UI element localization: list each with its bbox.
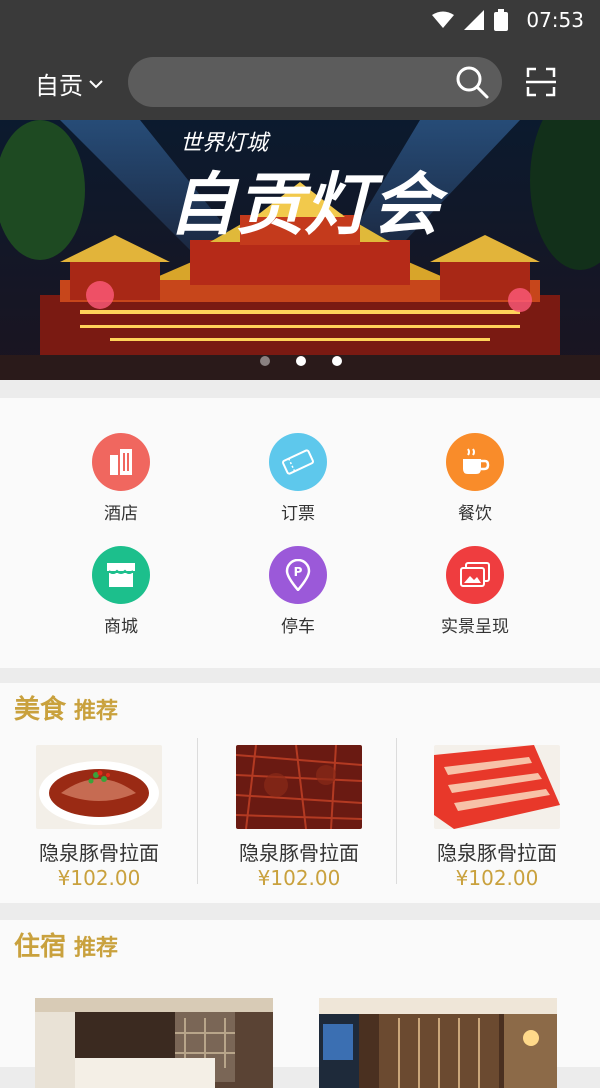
building-icon bbox=[92, 433, 150, 491]
photo-gallery-icon bbox=[446, 546, 504, 604]
food-price: ¥102.00 bbox=[57, 866, 141, 890]
parking-pin-icon: P bbox=[269, 546, 327, 604]
status-icons bbox=[432, 9, 508, 31]
divider bbox=[396, 738, 397, 884]
signal-icon bbox=[464, 10, 484, 30]
category-dining[interactable]: 餐饮 bbox=[415, 433, 535, 524]
scan-icon[interactable] bbox=[526, 67, 556, 97]
carousel-dot[interactable] bbox=[260, 356, 270, 366]
hotel-recommend-section: 住宿 推荐 bbox=[0, 920, 600, 1088]
category-grid: 酒店 订票 餐饮 商城 P 停车 实景呈现 bbox=[0, 398, 600, 668]
hotel-image bbox=[319, 998, 557, 1088]
food-card[interactable]: 隐泉豚骨拉面 ¥102.00 bbox=[200, 745, 398, 890]
status-time: 07:53 bbox=[526, 8, 584, 32]
section-title-sub: 推荐 bbox=[74, 935, 119, 961]
shop-icon bbox=[92, 546, 150, 604]
banner-title-small: 世界灯城 bbox=[180, 131, 271, 156]
category-label: 停车 bbox=[281, 617, 315, 637]
food-name: 隐泉豚骨拉面 bbox=[239, 841, 359, 865]
food-image bbox=[434, 745, 560, 829]
search-input[interactable] bbox=[128, 57, 502, 107]
top-bar: 自贡 bbox=[0, 40, 600, 120]
city-selector[interactable]: 自贡 bbox=[35, 66, 103, 101]
food-recommend-section: 美食 推荐 隐泉豚骨拉面 ¥102.00 隐泉豚骨拉面 ¥102.00 隐泉豚骨… bbox=[0, 683, 600, 903]
food-price: ¥102.00 bbox=[257, 866, 341, 890]
chevron-down-icon bbox=[89, 79, 103, 88]
category-label: 餐饮 bbox=[458, 504, 492, 524]
banner-title-big: 自贡灯会 bbox=[168, 165, 449, 245]
status-bar: 07:53 bbox=[0, 0, 600, 40]
coffee-cup-icon bbox=[446, 433, 504, 491]
city-label: 自贡 bbox=[35, 72, 83, 100]
hotel-card[interactable] bbox=[35, 998, 273, 1088]
food-image bbox=[36, 745, 162, 829]
food-name: 隐泉豚骨拉面 bbox=[39, 841, 159, 865]
ticket-icon bbox=[269, 433, 327, 491]
section-title: 美食 推荐 bbox=[14, 689, 118, 726]
battery-icon bbox=[494, 9, 508, 31]
search-icon[interactable] bbox=[454, 64, 490, 100]
category-hotel[interactable]: 酒店 bbox=[61, 433, 181, 524]
banner-image: 世界灯城 自贡灯会 bbox=[0, 120, 600, 380]
carousel-indicator bbox=[260, 356, 342, 366]
category-parking[interactable]: P 停车 bbox=[238, 546, 358, 637]
wifi-icon bbox=[432, 11, 454, 28]
divider bbox=[197, 738, 198, 884]
svg-text:P: P bbox=[294, 565, 303, 579]
food-price: ¥102.00 bbox=[455, 866, 539, 890]
carousel-dot-active[interactable] bbox=[296, 356, 306, 366]
banner-carousel[interactable]: 世界灯城 自贡灯会 bbox=[0, 120, 600, 380]
food-card[interactable]: 隐泉豚骨拉面 ¥102.00 bbox=[398, 745, 596, 890]
food-name: 隐泉豚骨拉面 bbox=[437, 841, 557, 865]
category-live-view[interactable]: 实景呈现 bbox=[415, 546, 535, 637]
food-card[interactable]: 隐泉豚骨拉面 ¥102.00 bbox=[0, 745, 198, 890]
category-ticket[interactable]: 订票 bbox=[238, 433, 358, 524]
hotel-image bbox=[35, 998, 273, 1088]
section-title-main: 美食 bbox=[14, 695, 67, 725]
section-title: 住宿 推荐 bbox=[14, 926, 118, 963]
section-title-sub: 推荐 bbox=[74, 698, 119, 724]
section-title-main: 住宿 bbox=[14, 932, 67, 962]
category-mall[interactable]: 商城 bbox=[61, 546, 181, 637]
category-label: 酒店 bbox=[104, 504, 138, 524]
hotel-card[interactable] bbox=[319, 998, 557, 1088]
food-image bbox=[236, 745, 362, 829]
carousel-dot[interactable] bbox=[332, 356, 342, 366]
category-label: 实景呈现 bbox=[441, 617, 509, 637]
category-label: 商城 bbox=[104, 617, 138, 637]
category-label: 订票 bbox=[281, 504, 315, 524]
